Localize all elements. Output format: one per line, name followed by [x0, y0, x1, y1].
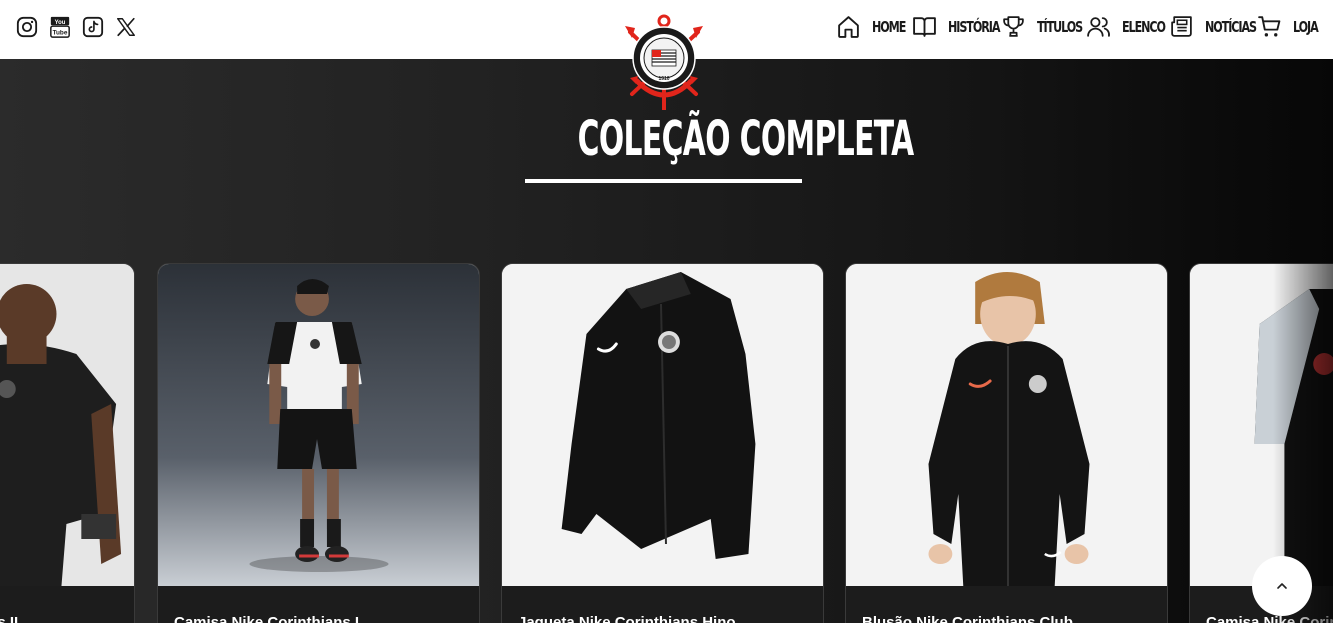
newspaper-icon: [1170, 16, 1192, 37]
nav-item-titulos[interactable]: TÍTULOS: [1001, 14, 1083, 39]
social-links: Tube You: [16, 15, 137, 39]
nav-label: TÍTULOS: [1037, 17, 1083, 36]
product-name[interactable]: Blusão Nike Corinthians Club: [862, 614, 1073, 623]
product-card[interactable]: Camisa Nike Corinthians II: [0, 263, 135, 623]
corinthians-crest-icon[interactable]: 1910: [622, 14, 706, 114]
trophy-icon: [1003, 16, 1024, 37]
tiktok-icon[interactable]: [82, 15, 104, 39]
product-carousel[interactable]: Camisa Nike Corinthians II: [0, 263, 1333, 623]
book-icon: [913, 17, 937, 37]
main-nav: HOME HISTÓRIA TÍTULOS ELENCO NOTÍCIAS LO…: [836, 14, 1319, 39]
product-image: [158, 264, 479, 586]
product-info: Blusão Nike Corinthians Club: [846, 586, 1167, 623]
svg-text:1910: 1910: [658, 76, 669, 82]
nav-label: HISTÓRIA: [948, 17, 1000, 36]
product-name[interactable]: Jaqueta Nike Corinthians Hino: [518, 614, 736, 623]
collection-section: COLEÇÃO COMPLETA Camisa Nike Corinthians…: [0, 59, 1333, 623]
nav-item-elenco[interactable]: ELENCO: [1086, 14, 1166, 39]
back-to-top-button[interactable]: [1252, 556, 1312, 616]
product-image: [502, 264, 823, 586]
product-card[interactable]: Camisa Nike Corinthians I: [157, 263, 480, 623]
home-icon: [838, 16, 860, 38]
x-twitter-icon[interactable]: [115, 15, 137, 39]
section-title: COLEÇÃO COMPLETA: [577, 111, 915, 167]
product-name[interactable]: Camisa Nike Corinthians II: [0, 614, 18, 623]
product-name[interactable]: Camisa Nike Corinthians I: [174, 614, 359, 623]
product-card[interactable]: Blusão Nike Corinthians Club: [845, 263, 1168, 623]
nav-label: LOJA: [1293, 17, 1319, 36]
youtube-icon[interactable]: Tube You: [49, 15, 71, 39]
svg-text:Tube: Tube: [53, 29, 68, 36]
nav-item-home[interactable]: HOME: [836, 14, 907, 39]
product-info: Camisa Nike Corinthians I: [158, 586, 479, 623]
nav-label: ELENCO: [1121, 17, 1166, 36]
nav-item-loja[interactable]: LOJA: [1257, 14, 1319, 39]
nav-item-noticias[interactable]: NOTÍCIAS: [1169, 14, 1257, 39]
chevron-up-icon: [1277, 583, 1287, 589]
product-image: [0, 264, 134, 586]
instagram-icon[interactable]: [16, 15, 38, 39]
product-info: Jaqueta Nike Corinthians Hino: [502, 586, 823, 623]
product-image: [846, 264, 1167, 586]
cart-icon: [1258, 16, 1281, 37]
product-card[interactable]: Jaqueta Nike Corinthians Hino: [501, 263, 824, 623]
svg-text:You: You: [55, 20, 66, 26]
section-title-wrap: COLEÇÃO COMPLETA: [525, 111, 915, 183]
product-info: Camisa Nike Corinthians II: [0, 586, 134, 623]
nav-label: HOME: [872, 17, 906, 36]
users-icon: [1086, 17, 1110, 37]
title-underline: [525, 179, 802, 183]
nav-label: NOTÍCIAS: [1204, 17, 1257, 36]
nav-item-historia[interactable]: HISTÓRIA: [912, 14, 1001, 39]
